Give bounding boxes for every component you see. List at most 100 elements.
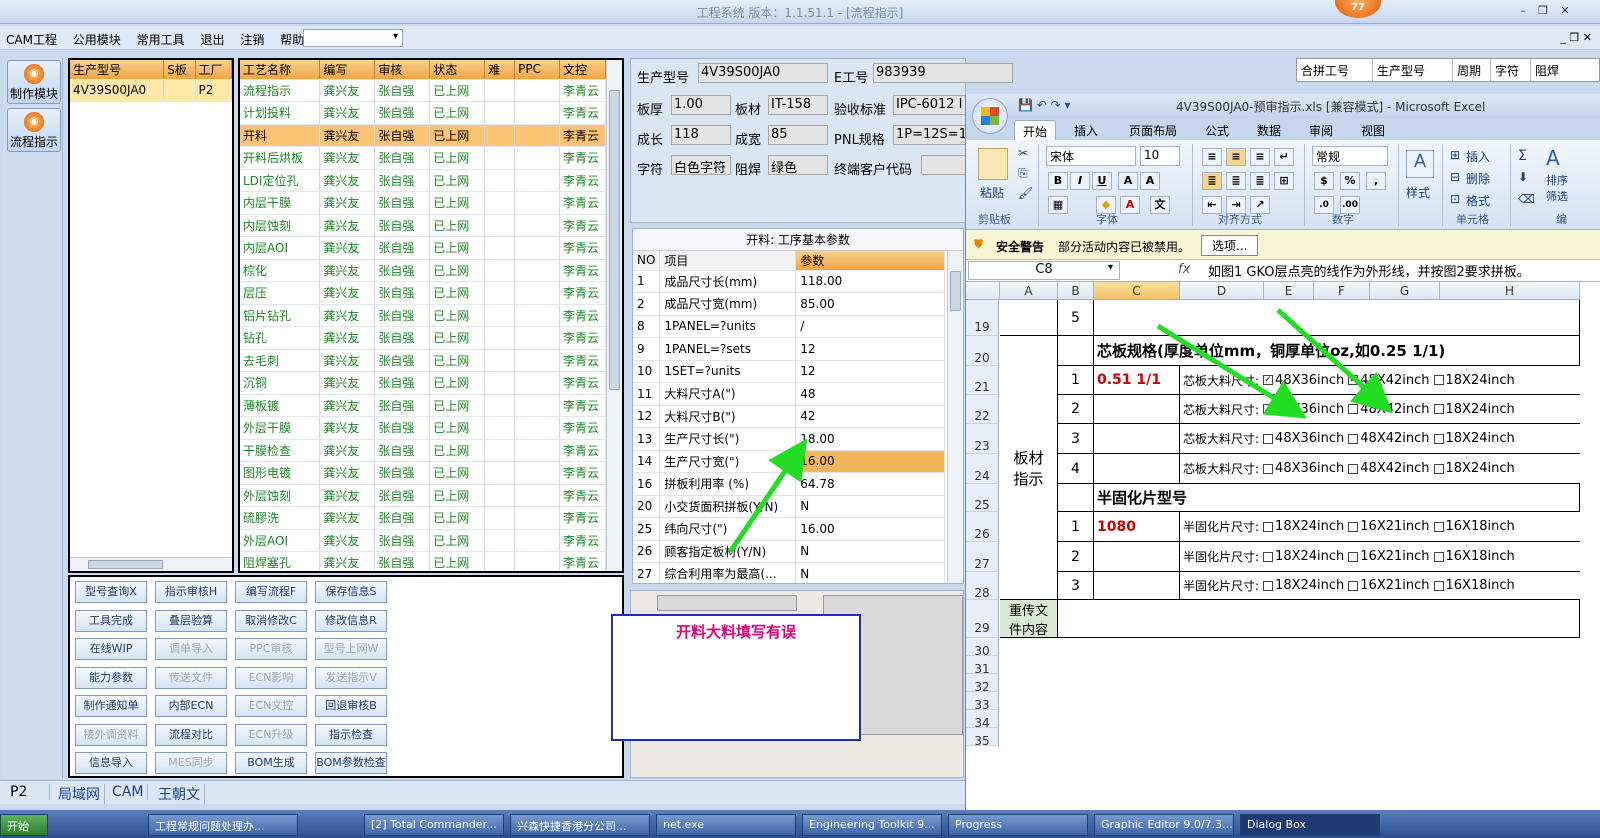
table-row[interactable]: 4V39S00JA0 P2 [70,79,233,102]
table-row[interactable]: 棕化 龚兴友 张自强 已上网 李青云 [240,259,607,282]
function-button[interactable]: 调单导入 [155,638,227,660]
checkbox[interactable] [1348,433,1359,444]
status-combo[interactable]: P2 [6,784,50,800]
filter-button[interactable]: 筛选 [1546,188,1568,204]
font-name-field[interactable]: 宋体 [1046,146,1136,166]
scroll-thumb[interactable] [609,90,620,390]
checkbox[interactable] [1263,463,1274,474]
cut-icon[interactable]: ✂ [1018,146,1028,160]
font-color-icon[interactable]: A [1120,196,1140,214]
table-row[interactable]: 去毛刺 龚兴友 张自强 已上网 李青云 [240,349,607,372]
delete-button[interactable]: 删除 [1466,170,1490,187]
table-row[interactable]: 薄板镀 龚兴友 张自强 已上网 李青云 [240,394,607,417]
table-row[interactable]: 内层蚀刻 龚兴友 张自强 已上网 李青云 [240,214,607,237]
table-row[interactable]: 16 拼板利用率 (%) 64.78 [633,472,945,496]
function-button[interactable]: 制作通知单 [75,695,147,717]
model-field[interactable]: 4V39S00JA0 [698,63,828,83]
checkbox[interactable] [1348,551,1359,562]
cell[interactable] [1000,300,1058,336]
row-header[interactable]: 21 [966,366,999,395]
function-button[interactable]: 指示检查 [315,723,387,746]
row-header[interactable]: 23 [966,424,999,454]
option-cell[interactable]: 半固化片尺寸: 18X24inch 16X21inch 16X18inch [1180,572,1580,600]
function-button[interactable]: MES同步 [155,752,227,774]
flow-guide-button[interactable]: ◉ 流程指示 [7,108,61,152]
function-button[interactable]: 接外调资料 [75,723,147,746]
col-header[interactable]: 文控 [559,60,607,80]
col-header[interactable]: 项目 [659,251,797,271]
column-header[interactable]: G [1370,282,1440,300]
grow-font-icon[interactable]: A [1118,172,1138,190]
formula-input[interactable]: 如图1 GKO层点亮的线作为外形线，并按图2要求拼板。 [1204,261,1598,280]
function-button[interactable]: 在线WIP [75,638,147,660]
function-button[interactable]: 回退审核B [315,695,387,717]
paste-button[interactable]: 粘贴 [980,184,1004,201]
table-row[interactable]: 20 小交货面积拼板(Y/N) N [633,495,945,518]
row-header[interactable]: 27 [966,542,999,572]
function-button[interactable]: ECN升级 [235,723,307,746]
office-button[interactable] [972,98,1008,134]
function-button[interactable]: 传送文件 [155,666,227,689]
checkbox[interactable] [1433,521,1444,532]
style-icon[interactable]: A [1406,150,1434,178]
board-label-cell[interactable]: 板材 指示 [1000,336,1058,600]
minimize-button[interactable]: – [1515,3,1531,19]
table-row[interactable]: 2 成品尺寸宽(mm) 85.00 [633,292,945,316]
option-cell[interactable]: 芯板大料尺寸: 48X36inch 48X42inch 18X24inch [1180,395,1580,424]
function-button[interactable]: 流程对比 [155,723,227,746]
standard-field[interactable]: IPC-6012 I [893,95,967,115]
e-number-field[interactable]: 983939 [873,63,1013,83]
menu-logout[interactable]: 注销 [234,26,270,53]
col-header[interactable]: 编写 [319,60,376,80]
function-button[interactable]: PPC审核 [235,638,307,660]
checkbox[interactable] [1348,580,1359,591]
column-header[interactable]: C [1094,282,1180,300]
phonetic-icon[interactable]: 文 [1150,196,1170,214]
tab-lan[interactable]: 局域网 [54,784,105,804]
column-header[interactable]: H [1440,282,1580,300]
v-scrollbar[interactable] [606,60,622,571]
cell[interactable]: 3 [1058,424,1094,454]
table-row[interactable]: LDI定位孔 龚兴友 张自强 已上网 李青云 [240,169,607,192]
col-header[interactable]: 审核 [374,60,431,80]
function-button[interactable]: BOM生成 [235,752,307,774]
fx-icon[interactable]: fx [1178,262,1190,277]
function-button[interactable]: 发送指示V [315,666,387,689]
column-header[interactable]: A [1000,282,1058,300]
taskbar-item[interactable]: [2] Total Commander... [364,814,504,836]
spreadsheet-grid[interactable]: A B C D E F G H 19 20 21 22 23 24 25 26 27 28 29 30 31 32 33 34… [966,282,1600,810]
increase-decimal-icon[interactable]: .0 [1314,196,1334,214]
tab-view[interactable]: 视图 [1353,120,1393,141]
cell[interactable]: 2 [1058,395,1094,424]
pp-title-cell[interactable]: 半固化片型号 [1094,484,1580,512]
taskbar-item[interactable]: Dialog Box [1240,814,1380,836]
quick-access-icons[interactable]: 💾 ↶ ↷ ▾ [1018,98,1071,112]
sort-button[interactable]: 排序 [1546,172,1568,188]
function-button[interactable]: BOM参数检查 [315,752,387,774]
percent-icon[interactable]: % [1340,172,1360,190]
v-scrollbar[interactable] [947,251,963,583]
cell[interactable]: 0.51 1/1 [1094,366,1180,395]
copy-icon[interactable]: ⎘ [1018,166,1028,181]
tab-user[interactable]: 王朝文 [154,784,205,804]
menu-combo[interactable] [303,29,403,47]
row-header[interactable]: 35 [966,728,999,748]
row-header[interactable]: 24 [966,454,999,484]
function-button[interactable]: 指示审核H [155,581,227,603]
table-row[interactable]: 8 1PANEL=?units / [633,315,945,338]
align-left-icon[interactable]: ≣ [1202,172,1222,190]
wrap-icon[interactable]: ↵ [1274,148,1294,166]
col-header[interactable]: 字符 [1491,59,1531,81]
col-header[interactable]: 生产型号 [70,60,165,80]
sum-icon[interactable]: Σ [1518,148,1527,164]
taskbar-item[interactable]: net.exe [656,814,796,836]
material-field[interactable]: IT-158 [768,95,828,115]
col-header[interactable]: 阻焊 [1531,59,1571,81]
function-button[interactable]: 取消修改C [235,609,307,632]
font-size-field[interactable]: 10 [1140,146,1180,166]
table-row[interactable]: 阻焊塞孔 龚兴友 张自强 已上网 李青云 [240,551,607,571]
comma-icon[interactable]: , [1366,172,1386,190]
border-icon[interactable]: ▦ [1048,196,1068,214]
h-scrollbar[interactable] [70,557,232,571]
row-header[interactable]: 30 [966,638,999,658]
